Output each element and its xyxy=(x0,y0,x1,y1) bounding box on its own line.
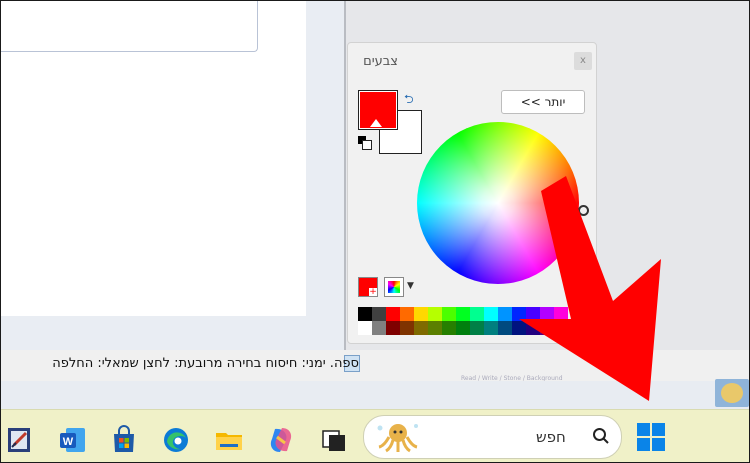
palette-swatch[interactable] xyxy=(414,307,428,321)
search-placeholder: חפש xyxy=(536,428,566,446)
copilot-icon[interactable] xyxy=(266,425,296,455)
windows-logo-pane xyxy=(652,438,665,451)
task-view-icon[interactable] xyxy=(319,425,349,455)
palette-swatch[interactable] xyxy=(386,307,400,321)
taskbar-search[interactable]: חפש xyxy=(363,415,622,459)
palette-swatch[interactable] xyxy=(554,307,568,321)
color-palette xyxy=(358,307,568,335)
palette-button[interactable] xyxy=(384,277,404,297)
palette-swatch[interactable] xyxy=(456,307,470,321)
status-text: ספה. ימני: חיסוח בחירה מרובעת: לחצן שמאל… xyxy=(52,356,359,371)
palette-swatch[interactable] xyxy=(386,321,400,335)
palette-swatch[interactable] xyxy=(358,307,372,321)
palette-swatch[interactable] xyxy=(358,321,372,335)
palette-swatch[interactable] xyxy=(526,307,540,321)
color-wheel[interactable] xyxy=(417,122,579,284)
palette-swatch[interactable] xyxy=(442,307,456,321)
edge-icon[interactable] xyxy=(161,425,191,455)
status-subtext: Read / Write / Stone / Background xyxy=(461,375,563,381)
palette-swatch[interactable] xyxy=(470,307,484,321)
word-icon[interactable]: W xyxy=(58,425,88,455)
document-page xyxy=(1,1,306,316)
paint-app-icon[interactable] xyxy=(6,425,36,455)
thumbnail-image[interactable] xyxy=(715,379,749,407)
palette-swatch[interactable] xyxy=(372,321,386,335)
color-wheel-marker[interactable] xyxy=(578,205,589,216)
svg-text:W: W xyxy=(63,436,74,448)
palette-swatch[interactable] xyxy=(526,321,540,335)
palette-swatch[interactable] xyxy=(484,307,498,321)
screen: צבעים x יותר >> ⮌ + ▼ ספה. ימני: חיסוח ב… xyxy=(0,0,750,463)
colors-window: צבעים x יותר >> ⮌ + ▼ xyxy=(347,42,597,344)
start-button[interactable] xyxy=(637,423,665,451)
add-color-button[interactable]: + xyxy=(358,277,378,297)
palette-swatch[interactable] xyxy=(540,321,554,335)
palette-swatch[interactable] xyxy=(554,321,568,335)
reset-colors-icon[interactable] xyxy=(358,136,374,152)
palette-swatch[interactable] xyxy=(470,321,484,335)
palette-swatch[interactable] xyxy=(400,307,414,321)
windows-logo-icon xyxy=(637,423,650,436)
text-box[interactable] xyxy=(1,1,258,52)
search-highlight-icon xyxy=(377,424,418,453)
palette-swatch[interactable] xyxy=(400,321,414,335)
close-button[interactable]: x xyxy=(574,52,592,70)
palette-row xyxy=(358,307,568,321)
document-area xyxy=(1,1,344,381)
palette-swatch[interactable] xyxy=(498,307,512,321)
windows-logo-pane xyxy=(652,423,665,436)
palette-swatch[interactable] xyxy=(512,321,526,335)
search-icon xyxy=(593,428,609,444)
palette-swatch[interactable] xyxy=(414,321,428,335)
palette-dropdown-icon[interactable]: ▼ xyxy=(407,281,414,291)
palette-swatch[interactable] xyxy=(372,307,386,321)
palette-swatch[interactable] xyxy=(512,307,526,321)
swap-colors-icon[interactable]: ⮌ xyxy=(404,90,414,111)
palette-row xyxy=(358,321,568,335)
palette-swatch[interactable] xyxy=(428,321,442,335)
palette-swatch[interactable] xyxy=(484,321,498,335)
windows-logo-pane xyxy=(637,438,650,451)
palette-swatch[interactable] xyxy=(428,307,442,321)
palette-swatch[interactable] xyxy=(456,321,470,335)
store-icon[interactable] xyxy=(109,425,139,455)
palette-swatch[interactable] xyxy=(540,307,554,321)
primary-indicator-icon xyxy=(370,119,382,127)
more-colors-button[interactable]: יותר >> xyxy=(501,90,585,114)
palette-swatch[interactable] xyxy=(498,321,512,335)
colors-window-title: צבעים xyxy=(363,54,398,69)
palette-swatch[interactable] xyxy=(442,321,456,335)
file-explorer-icon[interactable] xyxy=(214,425,244,455)
